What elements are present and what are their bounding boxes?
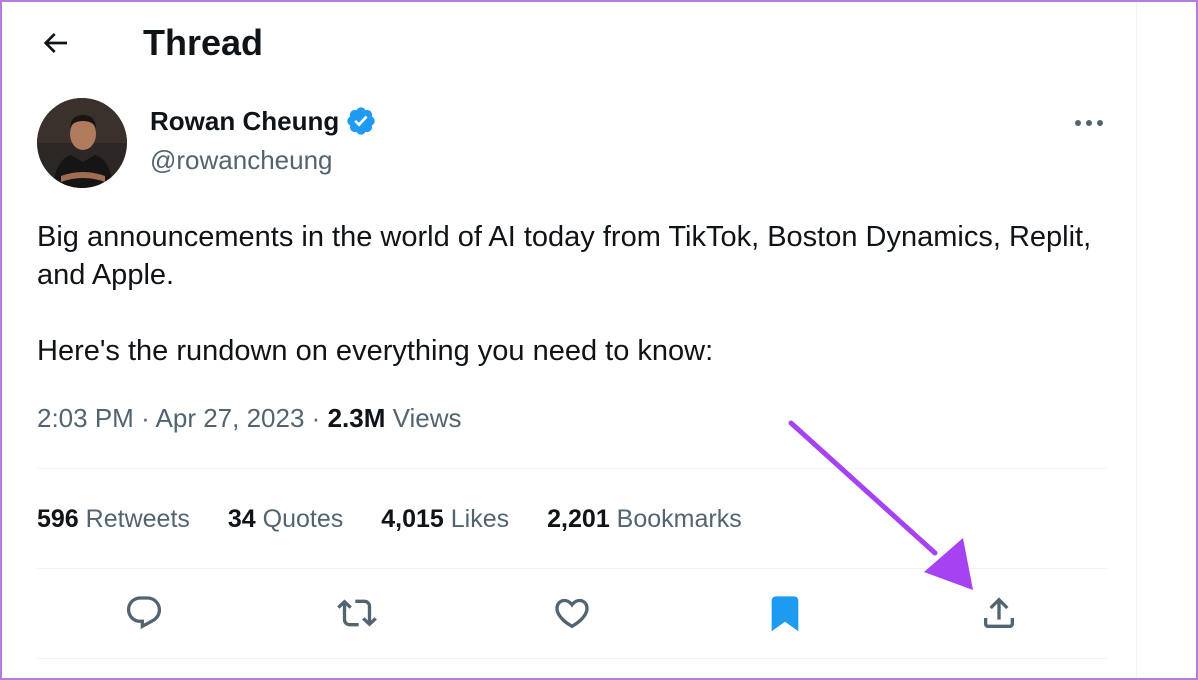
author-name[interactable]: Rowan Cheung [150, 104, 339, 138]
back-button[interactable] [30, 22, 80, 64]
avatar[interactable] [37, 98, 127, 188]
more-options-button[interactable] [1066, 104, 1112, 142]
divider [37, 568, 1107, 569]
bookmark-filled-icon [771, 596, 799, 632]
stat-count: 596 [37, 505, 79, 533]
more-dots-icon [1075, 120, 1103, 126]
bookmark-button[interactable] [760, 588, 810, 638]
heart-outline-icon [555, 598, 589, 629]
column-divider [1136, 0, 1137, 680]
share-button[interactable] [974, 588, 1024, 638]
stat-quotes[interactable]: 34 Quotes [228, 500, 343, 538]
stat-label: Retweets [85, 505, 190, 533]
retweet-button[interactable] [332, 588, 382, 638]
meta-separator: · [141, 403, 150, 433]
stat-count: 2,201 [547, 505, 610, 533]
author-name-row: Rowan Cheung [150, 104, 377, 138]
reply-button[interactable] [119, 588, 169, 638]
stat-retweets[interactable]: 596 Retweets [37, 500, 190, 538]
views-count: 2.3M [327, 403, 386, 433]
page-title: Thread [143, 22, 264, 63]
tweet-paragraph: Here's the rundown on everything you nee… [37, 335, 714, 367]
verified-badge-icon [347, 107, 375, 135]
views-label: Views [392, 403, 462, 433]
engagement-stats: 596 Retweets 34 Quotes 4,015 Likes 2,201… [37, 500, 780, 538]
stat-bookmarks[interactable]: 2,201 Bookmarks [547, 500, 742, 538]
meta-separator: · [311, 403, 321, 433]
like-button[interactable] [547, 588, 597, 638]
tweet-meta: 2:03 PM · Apr 27, 2023 · 2.3M Views [37, 399, 462, 437]
stat-likes[interactable]: 4,015 Likes [381, 500, 509, 538]
stat-label: Bookmarks [616, 505, 742, 533]
share-upload-icon [984, 597, 1014, 628]
tweet-paragraph: Big announcements in the world of AI tod… [37, 221, 1092, 291]
tweet-time[interactable]: 2:03 PM [37, 403, 134, 433]
speech-bubble-icon [126, 596, 162, 630]
tweet-date[interactable]: Apr 27, 2023 [156, 403, 305, 433]
retweet-arrows-icon [337, 599, 377, 627]
stat-label: Likes [450, 505, 510, 533]
author-handle[interactable]: @rowancheung [150, 143, 333, 177]
stat-count: 34 [227, 505, 256, 533]
arrow-left-icon [43, 33, 67, 53]
divider [37, 468, 1107, 469]
stat-label: Quotes [262, 505, 344, 533]
tweet-text: Big announcements in the world of AI tod… [37, 218, 1097, 370]
divider [37, 658, 1107, 659]
stat-count: 4,015 [381, 505, 444, 533]
